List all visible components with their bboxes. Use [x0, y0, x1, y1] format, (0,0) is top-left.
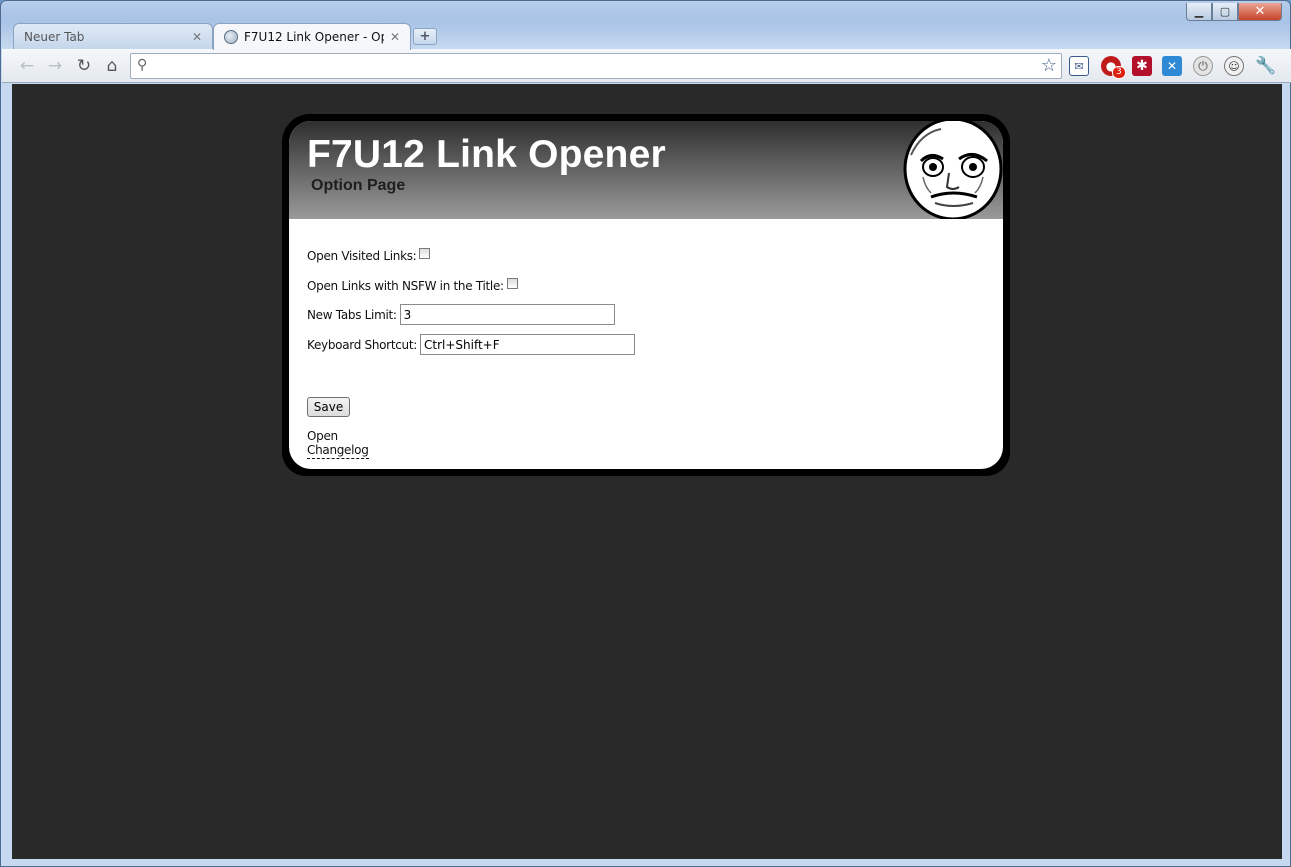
- shortcut-label: Keyboard Shortcut:: [307, 337, 417, 352]
- address-input[interactable]: [157, 56, 1031, 78]
- tab-title: Neuer Tab: [24, 29, 85, 44]
- extension-asterisk-icon[interactable]: ✱: [1132, 56, 1152, 76]
- extension-badge: 3: [1112, 66, 1126, 79]
- tabs-limit-input[interactable]: [399, 304, 615, 325]
- tab-close-icon[interactable]: ✕: [390, 30, 400, 44]
- globe-icon: [224, 30, 238, 44]
- open-nsfw-checkbox[interactable]: [506, 277, 518, 289]
- mail-icon[interactable]: ✉: [1069, 56, 1089, 76]
- browser-toolbar: ← → ↻ ⌂ ⚲ ☆ ✉ ● 3 ✱ ✕ ⏻ ☺ 🔧: [2, 49, 1291, 83]
- options-card-inner: F7U12 Link Opener Option Page Open Visit…: [289, 121, 1003, 469]
- tab-close-icon[interactable]: ✕: [192, 30, 202, 44]
- open-nsfw-label: Open Links with NSFW in the Title:: [307, 279, 504, 293]
- page-subtitle: Option Page: [311, 177, 406, 194]
- open-changelog-link[interactable]: Open Changelog: [307, 429, 369, 459]
- browser-window: ▁ ▢ ✕ Neuer Tab ✕ F7U12 Link Opener - Op…: [0, 0, 1291, 867]
- extension-power-icon[interactable]: ⏻: [1193, 56, 1213, 76]
- back-arrow-icon[interactable]: ←: [16, 55, 38, 77]
- tab-options[interactable]: F7U12 Link Opener - Options ✕: [213, 23, 411, 50]
- open-visited-checkbox[interactable]: [419, 247, 431, 259]
- options-card: F7U12 Link Opener Option Page Open Visit…: [282, 114, 1010, 476]
- home-icon[interactable]: ⌂: [101, 55, 123, 77]
- new-tab-button[interactable]: +: [413, 28, 437, 45]
- tabs-limit-row: New Tabs Limit:: [307, 304, 615, 325]
- tabs-limit-label: New Tabs Limit:: [307, 307, 397, 322]
- page-title: F7U12 Link Opener: [307, 133, 666, 176]
- shortcut-input[interactable]: [419, 334, 635, 355]
- address-bar[interactable]: ⚲ ☆: [130, 53, 1062, 79]
- star-icon[interactable]: ☆: [1041, 55, 1057, 76]
- forward-arrow-icon[interactable]: →: [44, 55, 66, 77]
- open-visited-label: Open Visited Links:: [307, 249, 417, 263]
- save-button[interactable]: Save: [307, 397, 350, 417]
- open-nsfw-row: Open Links with NSFW in the Title:: [307, 277, 518, 293]
- extension-rageface-icon[interactable]: ☺: [1224, 56, 1244, 76]
- reload-icon[interactable]: ↻: [73, 55, 95, 77]
- page-viewport: F7U12 Link Opener Option Page Open Visit…: [12, 84, 1282, 859]
- wrench-icon[interactable]: 🔧: [1255, 56, 1276, 76]
- tab-strip: Neuer Tab ✕ F7U12 Link Opener - Options …: [1, 19, 1291, 50]
- extension-blue-icon[interactable]: ✕: [1162, 56, 1182, 76]
- search-icon: ⚲: [137, 57, 148, 73]
- shortcut-row: Keyboard Shortcut:: [307, 334, 635, 355]
- tab-neuer-tab[interactable]: Neuer Tab ✕: [13, 23, 213, 49]
- tab-title: F7U12 Link Opener - Options: [244, 30, 384, 44]
- card-header: F7U12 Link Opener Option Page: [289, 121, 1003, 219]
- open-visited-row: Open Visited Links:: [307, 247, 431, 263]
- me-gusta-face-icon: [903, 121, 1003, 219]
